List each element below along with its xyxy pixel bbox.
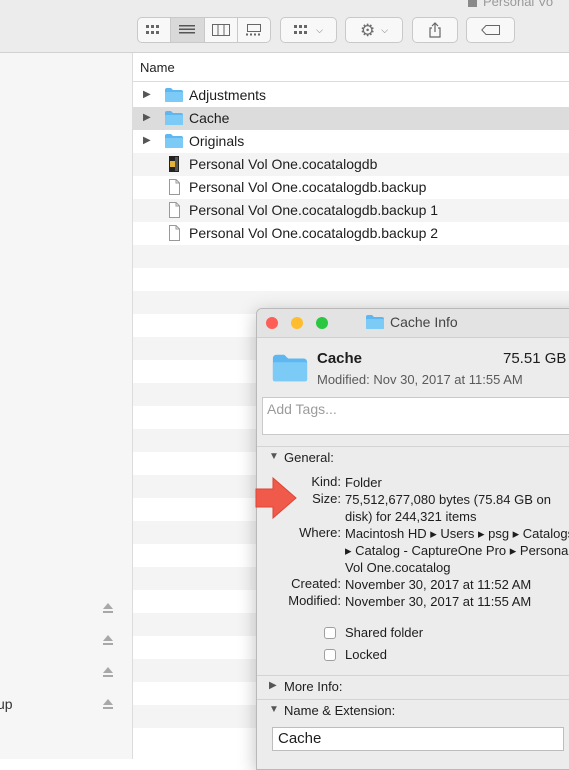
- list-item[interactable]: Personal Vol One.cocatalogdb.backup 2: [133, 222, 569, 245]
- share-button[interactable]: [412, 17, 458, 43]
- shared-folder-checkbox[interactable]: [324, 627, 336, 639]
- close-window-button[interactable]: [266, 317, 278, 329]
- sidebar-item-label: up: [0, 696, 13, 712]
- info-titlebar[interactable]: Cache Info: [257, 309, 569, 338]
- column-header-label: Name: [140, 60, 175, 75]
- list-item[interactable]: ▶ Cache: [133, 107, 569, 130]
- info-window-title: Cache Info: [365, 314, 458, 330]
- tags-input[interactable]: [265, 400, 569, 418]
- modified-label: Modified:: [288, 593, 341, 608]
- name-column-header[interactable]: Name: [133, 53, 569, 82]
- disclosure-open-icon[interactable]: ▼: [269, 704, 279, 715]
- created-value: November 30, 2017 at 11:52 AM: [345, 577, 532, 592]
- sidebar-item[interactable]: [0, 629, 132, 651]
- eject-icon[interactable]: [102, 602, 114, 614]
- info-header: Cache 75.51 GB Modified: Nov 30, 2017 at…: [257, 338, 569, 396]
- gallery-icon: [245, 24, 261, 36]
- locked-label: Locked: [345, 647, 387, 662]
- where-value: Macintosh HD ▸ Users ▸ psg ▸ Catalogs ▸ …: [345, 526, 569, 575]
- group-grid-icon: [294, 25, 308, 34]
- disclosure-triangle-icon[interactable]: ▶: [143, 112, 151, 123]
- locked-checkbox[interactable]: [324, 649, 336, 661]
- folder-icon: [272, 354, 308, 382]
- chevron-down-icon: ⌵: [381, 24, 389, 35]
- document-icon: [169, 202, 180, 218]
- folder-icon: [165, 88, 183, 102]
- minimize-window-button[interactable]: [291, 317, 303, 329]
- file-name: Personal Vol One.cocatalogdb.backup 1: [189, 202, 439, 218]
- document-icon: [169, 179, 180, 195]
- general-section-header[interactable]: ▼ General:: [257, 446, 569, 469]
- list-item[interactable]: ▶ Originals: [133, 130, 569, 153]
- list-view-button[interactable]: [171, 18, 205, 42]
- file-name: Personal Vol One.cocatalogdb.backup: [189, 179, 427, 195]
- item-size: 75.51 GB: [503, 350, 567, 367]
- tag-icon: [480, 25, 500, 35]
- sidebar-item[interactable]: [0, 597, 132, 619]
- window-title: Personal Vo: [468, 0, 553, 9]
- where-label: Where:: [299, 525, 341, 540]
- catalog-file-icon: [169, 156, 179, 172]
- created-label: Created:: [291, 576, 341, 591]
- file-name: Originals: [189, 133, 245, 149]
- empty-row: [133, 245, 569, 268]
- action-menu-button[interactable]: ⚙ ⌵: [345, 17, 403, 43]
- info-window: Cache Info Cache 75.51 GB Modified: Nov …: [256, 308, 569, 770]
- icon-view-button[interactable]: [138, 18, 172, 42]
- eject-icon[interactable]: [102, 634, 114, 646]
- file-name: Personal Vol One.cocatalogdb: [189, 156, 378, 172]
- gallery-view-button[interactable]: [238, 18, 270, 42]
- folder-icon: [165, 111, 183, 125]
- item-modified: Modified: Nov 30, 2017 at 11:55 AM: [317, 372, 523, 387]
- file-name: Personal Vol One.cocatalogdb.backup 2: [189, 225, 439, 241]
- chevron-down-icon: ⌵: [316, 24, 323, 35]
- item-name: Cache: [317, 350, 363, 367]
- eject-icon[interactable]: [102, 698, 114, 710]
- zoom-window-button[interactable]: [316, 317, 328, 329]
- shared-folder-label: Shared folder: [345, 625, 424, 640]
- document-icon: [169, 225, 180, 241]
- disclosure-open-icon[interactable]: ▼: [269, 451, 279, 462]
- column-view-button[interactable]: [205, 18, 238, 42]
- name-extension-section-header[interactable]: ▼ Name & Extension:: [257, 699, 569, 722]
- kind-value: Folder: [345, 475, 382, 490]
- sidebar-item[interactable]: up: [0, 693, 132, 715]
- file-name: Adjustments: [189, 87, 267, 103]
- folder-icon: [366, 315, 384, 329]
- edit-tags-button[interactable]: [466, 17, 515, 43]
- section-title: General:: [284, 450, 334, 465]
- group-by-button[interactable]: ⌵: [280, 17, 337, 43]
- finder-toolbar: Personal Vo ⌵ ⚙ ⌵: [0, 0, 569, 53]
- list-item[interactable]: Personal Vol One.cocatalogdb.backup 1: [133, 199, 569, 222]
- icon-grid-icon: [146, 25, 160, 34]
- disclosure-triangle-icon[interactable]: ▶: [143, 89, 151, 100]
- list-item[interactable]: Personal Vol One.cocatalogdb.backup: [133, 176, 569, 199]
- folder-icon: [165, 134, 183, 148]
- size-label: Size:: [312, 491, 341, 506]
- section-title: Name & Extension:: [284, 703, 396, 718]
- eject-icon[interactable]: [102, 666, 114, 678]
- list-item[interactable]: ▶ Adjustments: [133, 84, 569, 107]
- size-value: 75,512,677,080 bytes (75.84 GB on disk) …: [345, 492, 551, 524]
- name-field[interactable]: [272, 727, 564, 751]
- sidebar-item[interactable]: [0, 661, 132, 683]
- kind-label: Kind:: [311, 474, 341, 489]
- share-icon: [429, 22, 441, 38]
- list-item[interactable]: Personal Vol One.cocatalogdb: [133, 153, 569, 176]
- tags-field[interactable]: [262, 397, 569, 435]
- gear-icon: ⚙: [359, 20, 376, 40]
- columns-icon: [211, 24, 230, 36]
- name-input[interactable]: [276, 729, 560, 748]
- annotation-arrow-icon: [255, 476, 297, 520]
- view-mode-segmented-control: [137, 17, 271, 43]
- modified-value: November 30, 2017 at 11:55 AM: [345, 594, 532, 609]
- sidebar: up: [0, 53, 133, 759]
- file-name: Cache: [189, 110, 230, 126]
- section-title: More Info:: [284, 679, 343, 694]
- disclosure-triangle-icon[interactable]: ▶: [143, 135, 151, 146]
- more-info-section-header[interactable]: ▶ More Info:: [257, 675, 569, 698]
- document-icon: [468, 0, 477, 7]
- list-lines-icon: [179, 25, 196, 34]
- disclosure-closed-icon[interactable]: ▶: [269, 680, 277, 691]
